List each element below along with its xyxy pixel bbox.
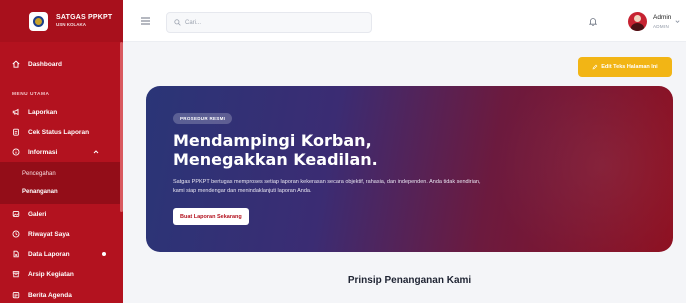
- sidebar-item-berita[interactable]: Berita Agenda: [0, 286, 123, 303]
- brand-title: SATGAS PPKPT: [56, 14, 113, 22]
- sidebar-item-arsip[interactable]: Arsip Kegiatan: [0, 265, 123, 283]
- sidebar-item-label: Laporkan: [28, 108, 58, 116]
- home-icon: [12, 60, 20, 68]
- menu-icon[interactable]: [141, 17, 150, 25]
- news-icon: [12, 292, 20, 299]
- megaphone-icon: [12, 108, 19, 116]
- sidebar-item-label: Riwayat Saya: [28, 230, 70, 238]
- file-icon: [13, 250, 19, 258]
- edit-icon: [592, 64, 598, 70]
- brand[interactable]: SATGAS PPKPT USN KOLAKA: [0, 0, 123, 42]
- archive-icon: [12, 271, 20, 278]
- submenu-item-pencegahan[interactable]: Pencegahan: [22, 171, 56, 177]
- hero-badge: PROSEDUR RESMI: [173, 113, 233, 124]
- hero-banner: PROSEDUR RESMI Mendampingi Korban, Meneg…: [146, 86, 673, 252]
- topbar: Cari... Admin ADMIN: [123, 0, 686, 42]
- bell-icon[interactable]: [589, 17, 597, 26]
- notification-dot: [102, 252, 106, 256]
- hero-headline-line2: Menegakkan Keadilan.: [173, 150, 378, 169]
- sidebar-item-dashboard[interactable]: Dashboard: [0, 55, 123, 73]
- avatar[interactable]: [628, 12, 647, 31]
- user-name[interactable]: Admin: [653, 14, 671, 21]
- sidebar-section-label: MENU UTAMA: [12, 92, 50, 97]
- sidebar: SATGAS PPKPT USN KOLAKA Dashboard MENU U…: [0, 0, 123, 303]
- sidebar-item-label: Data Laporan: [28, 250, 70, 258]
- sidebar-item-label: Cek Status Laporan: [28, 128, 90, 136]
- user-role: ADMIN: [653, 24, 669, 29]
- chevron-down-icon[interactable]: [675, 19, 680, 24]
- search-icon: [174, 19, 181, 26]
- hero-headline: Mendampingi Korban, Menegakkan Keadilan.: [173, 131, 378, 169]
- search-input[interactable]: Cari...: [166, 12, 372, 33]
- sidebar-item-data-laporan[interactable]: Data Laporan: [0, 245, 123, 263]
- history-icon: [12, 230, 20, 238]
- edit-page-text-button[interactable]: Edit Teks Halaman Ini: [578, 57, 672, 77]
- clipboard-icon: [13, 128, 19, 136]
- logo-icon: [29, 11, 48, 31]
- sidebar-item-cek-status[interactable]: Cek Status Laporan: [0, 123, 123, 141]
- brand-subtitle: USN KOLAKA: [56, 22, 86, 28]
- sidebar-item-label: Arsip Kegiatan: [28, 270, 74, 278]
- sidebar-item-informasi[interactable]: Informasi: [0, 143, 123, 161]
- sidebar-scrollbar[interactable]: [120, 42, 123, 212]
- hero-headline-line1: Mendampingi Korban,: [173, 131, 372, 150]
- sidebar-item-label: Galeri: [28, 210, 47, 218]
- search-placeholder: Cari...: [185, 19, 202, 26]
- sidebar-item-label: Berita Agenda: [28, 291, 72, 299]
- sidebar-item-laporkan[interactable]: Laporkan: [0, 103, 123, 121]
- create-report-button[interactable]: Buat Laporan Sekarang: [173, 208, 249, 225]
- edit-button-label: Edit Teks Halaman Ini: [601, 64, 658, 70]
- image-icon: [12, 211, 20, 217]
- hero-description: Satgas PPKPT bertugas memproses setiap l…: [173, 179, 481, 194]
- informasi-submenu: Pencegahan Penanganan: [0, 162, 123, 204]
- sidebar-item-label: Dashboard: [28, 60, 62, 68]
- chevron-up-icon: [93, 150, 99, 154]
- submenu-item-penanganan[interactable]: Penanganan: [22, 189, 58, 195]
- info-icon: [12, 148, 20, 156]
- sidebar-item-riwayat[interactable]: Riwayat Saya: [0, 225, 123, 243]
- sidebar-item-label: Informasi: [28, 148, 58, 156]
- section-title: Prinsip Penanganan Kami: [347, 275, 472, 286]
- sidebar-item-galeri[interactable]: Galeri: [0, 205, 123, 223]
